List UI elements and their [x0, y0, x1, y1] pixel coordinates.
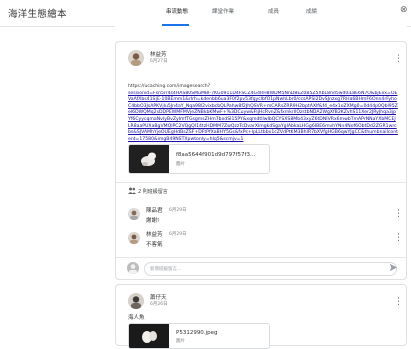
commenter-avatar — [128, 232, 140, 244]
tab-classwork[interactable]: 課堂作業 — [212, 7, 234, 15]
commenter-avatar — [128, 208, 140, 220]
comment-author: 林益芳 — [146, 232, 163, 238]
avatar-icon — [128, 232, 140, 244]
post-author: 林益芳 — [150, 52, 167, 58]
class-comment-input[interactable]: 新增班級留言... — [144, 262, 397, 276]
more-vert-icon[interactable]: ⋮ — [394, 53, 403, 65]
photo-preview — [129, 324, 169, 348]
reply-placeholder: 新增班級留言... — [150, 267, 182, 272]
more-vert-icon[interactable]: ⋮ — [394, 232, 403, 244]
comment-text: 不客氣 — [146, 242, 163, 248]
attachment-thumbnail — [129, 324, 169, 348]
author-avatar — [128, 293, 144, 309]
people-icon — [128, 187, 136, 194]
link-first-line[interactable]: https://ucaching.com/imagesearch? — [128, 84, 398, 91]
app-header: 海洋生態繪本 串流動態 課堂作業 成員 成績 ⊗ — [0, 0, 411, 27]
attachment-name: f8aa5644f901d9d797f57f3... — [176, 152, 256, 158]
attachment-thumbnail — [129, 145, 169, 173]
avatar-icon — [127, 262, 139, 274]
post-time: 6月26日 — [150, 302, 168, 307]
avatar-icon — [128, 208, 140, 220]
close-icon[interactable]: ⊗ — [400, 5, 411, 16]
attachment-name: P5312990.jpeg — [176, 330, 218, 336]
comment-time: 6月29日 — [169, 208, 187, 213]
post-text: 海人魚 — [128, 315, 145, 321]
post-link[interactable]: sessionid=Fsn5rr4s4HAS80SMuMBI-7KG0911D4… — [128, 91, 398, 143]
comment-time: 6月29日 — [169, 232, 187, 237]
tab-stream[interactable]: 串流動態 — [166, 7, 188, 15]
comment-author: 陳品君 — [146, 208, 163, 214]
current-user-avatar — [127, 262, 139, 274]
class-title[interactable]: 海洋生態繪本 — [8, 6, 67, 20]
comments-header[interactable]: 2 則班級留言 — [138, 188, 168, 195]
attachment-type: 圖片 — [176, 339, 185, 344]
more-vert-icon[interactable]: ⋮ — [394, 208, 403, 220]
post-author: 蕭仔天 — [150, 295, 167, 301]
post-card: 蕭仔天 6月26日 ⋮ 海人魚 P5312990.jpeg 圖片 — [115, 284, 407, 349]
divider — [116, 182, 406, 183]
tab-people[interactable]: 成員 — [268, 7, 279, 15]
post-time: 6月27日 — [150, 59, 168, 64]
attachment-card[interactable]: P5312990.jpeg 圖片 — [128, 323, 270, 349]
send-icon[interactable] — [389, 263, 398, 272]
post-card: 林益芳 6月27日 ⋮ https://ucaching.com/imagese… — [115, 41, 407, 280]
avatar-icon — [128, 50, 144, 66]
avatar-icon — [128, 293, 144, 309]
tab-grades[interactable]: 成績 — [306, 7, 317, 15]
more-vert-icon[interactable]: ⋮ — [394, 296, 403, 308]
post-body: https://ucaching.com/imagesearch? sessio… — [128, 84, 398, 143]
stream-feed: 林益芳 6月27日 ⋮ https://ucaching.com/imagese… — [115, 26, 407, 349]
divider — [116, 257, 406, 258]
author-avatar — [128, 50, 144, 66]
attachment-type: 圖片 — [176, 162, 185, 167]
comment-text: 謝謝! — [146, 218, 160, 224]
photo-preview — [129, 145, 169, 173]
attachment-card[interactable]: f8aa5644f901d9d797f57f3... 圖片 — [128, 144, 270, 174]
